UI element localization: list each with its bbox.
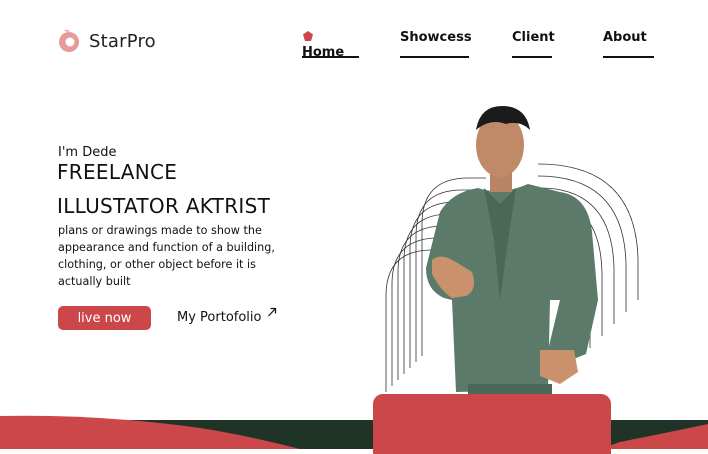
hero-title-line1: FREELANCE bbox=[57, 160, 178, 184]
pentagon-gem-icon bbox=[303, 31, 313, 41]
nav-label-about: About bbox=[603, 30, 647, 45]
nav-item-home[interactable]: Home bbox=[302, 30, 359, 60]
nav-item-about[interactable]: About bbox=[603, 30, 654, 60]
accent-card bbox=[373, 394, 611, 454]
nav-item-client[interactable]: Client bbox=[512, 30, 555, 60]
nav-label-showcess: Showcess bbox=[400, 30, 472, 45]
nav-underline bbox=[603, 56, 654, 58]
nav-label-client: Client bbox=[512, 30, 555, 45]
hero-greeting: I'm Dede bbox=[58, 145, 117, 160]
nav-underline bbox=[400, 56, 469, 58]
hero-description: plans or drawings made to show the appea… bbox=[58, 224, 275, 288]
nav-item-showcess[interactable]: Showcess bbox=[400, 30, 472, 60]
nav-underline bbox=[512, 56, 552, 58]
live-now-button[interactable]: live now bbox=[58, 306, 151, 330]
main-nav: Home Showcess Client About bbox=[0, 30, 708, 60]
arrow-up-right-icon bbox=[267, 307, 276, 317]
portfolio-link-label: My Portofolio bbox=[177, 310, 262, 325]
hero-title-line2: ILLUSTATOR AKTRIST bbox=[57, 194, 271, 218]
portfolio-link[interactable]: My Portofolio bbox=[177, 307, 277, 325]
nav-underline bbox=[302, 56, 359, 58]
